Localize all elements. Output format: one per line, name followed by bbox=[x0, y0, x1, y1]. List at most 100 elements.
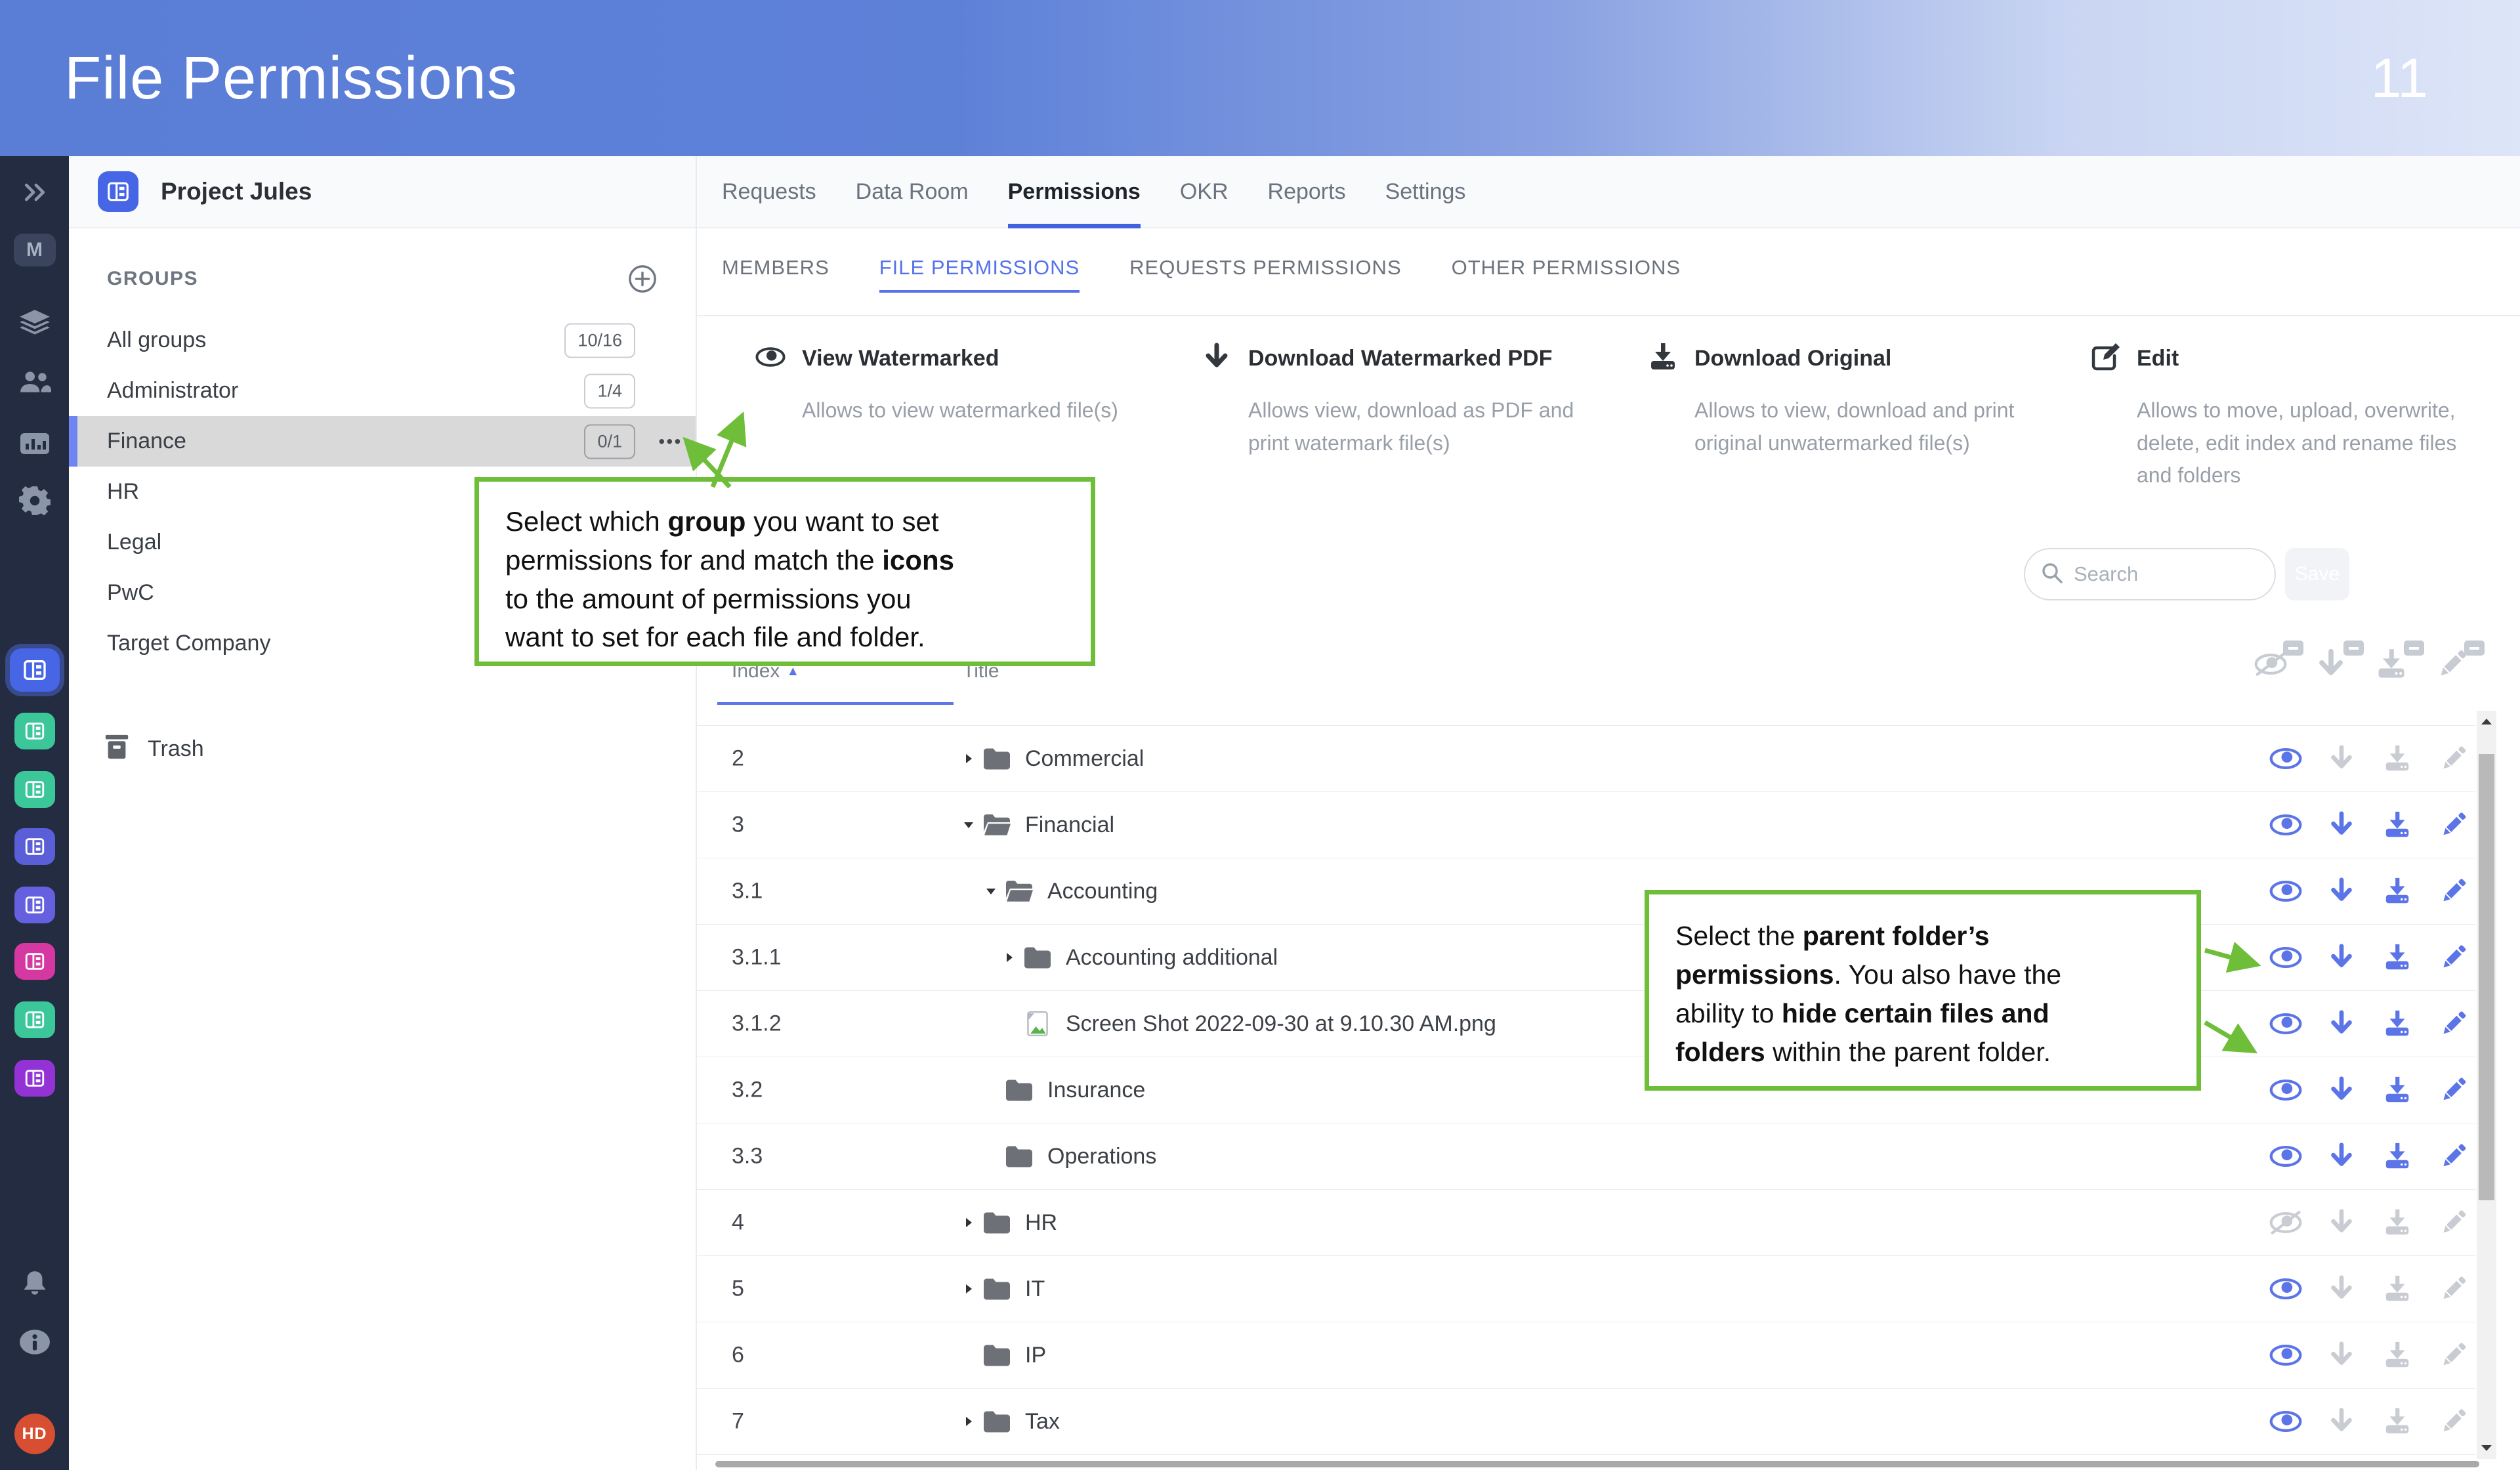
row-download-pdf-permission-icon[interactable] bbox=[2324, 1340, 2359, 1370]
row-edit-permission-icon[interactable] bbox=[2436, 1340, 2470, 1370]
row-edit-permission-icon[interactable] bbox=[2436, 810, 2470, 840]
chevron-right-icon[interactable] bbox=[962, 1415, 975, 1428]
table-row[interactable]: 3.1Accounting bbox=[697, 858, 2475, 925]
row-download-original-permission-icon[interactable] bbox=[2380, 876, 2414, 906]
tab-permissions[interactable]: Permissions bbox=[1008, 156, 1141, 227]
user-avatar[interactable]: HD bbox=[0, 1414, 69, 1454]
row-view-permission-icon[interactable] bbox=[2269, 1009, 2303, 1039]
members-icon[interactable] bbox=[0, 370, 69, 395]
bulk-edit-icon[interactable] bbox=[2435, 647, 2471, 681]
row-download-original-permission-icon[interactable] bbox=[2380, 1141, 2414, 1171]
row-download-pdf-permission-icon[interactable] bbox=[2324, 876, 2359, 906]
group-more-icon[interactable]: ••• bbox=[659, 431, 682, 452]
row-view-permission-icon[interactable] bbox=[2269, 1141, 2303, 1171]
table-row[interactable]: 3.3Operations bbox=[697, 1124, 2475, 1190]
notifications-bell-icon[interactable] bbox=[0, 1269, 69, 1299]
project-tile-6[interactable] bbox=[0, 943, 69, 980]
group-item-all-groups[interactable]: All groups10/16 bbox=[69, 315, 696, 366]
row-view-permission-icon[interactable] bbox=[2269, 744, 2303, 774]
chevron-right-icon[interactable] bbox=[962, 1282, 975, 1295]
chevron-down-icon[interactable] bbox=[984, 885, 998, 898]
project-tile-5[interactable] bbox=[0, 887, 69, 923]
sub-tab-requests-permissions[interactable]: REQUESTS PERMISSIONS bbox=[1129, 256, 1401, 293]
add-group-button[interactable] bbox=[627, 264, 658, 294]
dashboard-icon[interactable] bbox=[0, 429, 69, 458]
row-edit-permission-icon[interactable] bbox=[2436, 942, 2470, 973]
row-download-pdf-permission-icon[interactable] bbox=[2324, 1274, 2359, 1304]
row-edit-permission-icon[interactable] bbox=[2436, 1274, 2470, 1304]
row-download-pdf-permission-icon[interactable] bbox=[2324, 942, 2359, 973]
save-button[interactable]: Save bbox=[2285, 548, 2349, 600]
project-logo-icon[interactable] bbox=[98, 171, 138, 212]
search-input[interactable] bbox=[2074, 562, 2261, 586]
row-edit-permission-icon[interactable] bbox=[2436, 876, 2470, 906]
row-download-pdf-permission-icon[interactable] bbox=[2324, 1141, 2359, 1171]
project-tile-1[interactable] bbox=[0, 648, 69, 692]
workspace-m-tile[interactable]: M bbox=[0, 234, 69, 266]
row-download-original-permission-icon[interactable] bbox=[2380, 1075, 2414, 1105]
project-tile-7[interactable] bbox=[0, 1001, 69, 1038]
row-edit-permission-icon[interactable] bbox=[2436, 1141, 2470, 1171]
table-row[interactable]: 3.1.1Accounting additional bbox=[697, 925, 2475, 991]
project-tile-3[interactable] bbox=[0, 771, 69, 808]
table-row[interactable]: 5IT bbox=[697, 1256, 2475, 1322]
sub-tab-other-permissions[interactable]: OTHER PERMISSIONS bbox=[1452, 256, 1681, 293]
scroll-down-icon[interactable] bbox=[2479, 1440, 2494, 1455]
row-view-permission-icon[interactable] bbox=[2269, 1075, 2303, 1105]
group-item-finance[interactable]: Finance0/1••• bbox=[69, 416, 696, 467]
row-download-original-permission-icon[interactable] bbox=[2380, 1009, 2414, 1039]
tab-data-room[interactable]: Data Room bbox=[856, 156, 969, 227]
table-row[interactable]: 6IP bbox=[697, 1322, 2475, 1389]
project-tile-2[interactable] bbox=[0, 713, 69, 749]
scroll-up-icon[interactable] bbox=[2479, 715, 2494, 729]
info-icon[interactable] bbox=[0, 1328, 69, 1356]
row-download-pdf-permission-icon[interactable] bbox=[2324, 1406, 2359, 1437]
trash-item[interactable]: Trash bbox=[69, 732, 696, 766]
sub-tab-file-permissions[interactable]: FILE PERMISSIONS bbox=[879, 256, 1080, 293]
bulk-download-original-icon[interactable] bbox=[2374, 647, 2411, 681]
row-edit-permission-icon[interactable] bbox=[2436, 1009, 2470, 1039]
row-view-permission-icon[interactable] bbox=[2269, 810, 2303, 840]
scrollbar-thumb[interactable] bbox=[2479, 754, 2494, 1200]
table-row[interactable]: 3.2Insurance bbox=[697, 1057, 2475, 1124]
row-download-original-permission-icon[interactable] bbox=[2380, 1406, 2414, 1437]
row-download-original-permission-icon[interactable] bbox=[2380, 942, 2414, 973]
row-edit-permission-icon[interactable] bbox=[2436, 1075, 2470, 1105]
sub-tab-members[interactable]: MEMBERS bbox=[722, 256, 830, 293]
row-download-original-permission-icon[interactable] bbox=[2380, 1340, 2414, 1370]
row-view-permission-icon[interactable] bbox=[2269, 876, 2303, 906]
row-view-permission-icon[interactable] bbox=[2269, 1274, 2303, 1304]
row-download-pdf-permission-icon[interactable] bbox=[2324, 1009, 2359, 1039]
settings-gear-icon[interactable] bbox=[0, 484, 69, 517]
table-row[interactable]: 2Commercial bbox=[697, 726, 2475, 792]
chevron-right-icon[interactable] bbox=[962, 1216, 975, 1229]
row-download-pdf-permission-icon[interactable] bbox=[2324, 1208, 2359, 1238]
row-download-original-permission-icon[interactable] bbox=[2380, 1208, 2414, 1238]
row-download-original-permission-icon[interactable] bbox=[2380, 810, 2414, 840]
chevron-right-icon[interactable] bbox=[962, 752, 975, 765]
table-row[interactable]: 7Tax bbox=[697, 1389, 2475, 1455]
tab-requests[interactable]: Requests bbox=[722, 156, 816, 227]
table-row[interactable]: 3Financial bbox=[697, 792, 2475, 858]
row-download-pdf-permission-icon[interactable] bbox=[2324, 810, 2359, 840]
vertical-scrollbar[interactable] bbox=[2477, 711, 2496, 1459]
project-tile-4[interactable] bbox=[0, 828, 69, 865]
search-box[interactable] bbox=[2024, 548, 2276, 600]
table-row[interactable]: 3.1.2Screen Shot 2022-09-30 at 9.10.30 A… bbox=[697, 991, 2475, 1057]
project-tile-8[interactable] bbox=[0, 1060, 69, 1097]
table-row[interactable]: 4HR bbox=[697, 1190, 2475, 1256]
horizontal-scrollbar[interactable] bbox=[715, 1461, 2479, 1467]
chevron-right-icon[interactable] bbox=[1003, 951, 1016, 964]
layers-icon[interactable] bbox=[0, 308, 69, 339]
row-view-permission-icon[interactable] bbox=[2269, 942, 2303, 973]
tab-reports[interactable]: Reports bbox=[1268, 156, 1346, 227]
tab-settings[interactable]: Settings bbox=[1385, 156, 1466, 227]
collapse-sidebar-icon[interactable] bbox=[0, 181, 69, 203]
row-view-permission-icon[interactable] bbox=[2269, 1208, 2303, 1238]
row-view-permission-icon[interactable] bbox=[2269, 1406, 2303, 1437]
row-download-pdf-permission-icon[interactable] bbox=[2324, 1075, 2359, 1105]
row-download-pdf-permission-icon[interactable] bbox=[2324, 744, 2359, 774]
row-view-permission-icon[interactable] bbox=[2269, 1340, 2303, 1370]
row-edit-permission-icon[interactable] bbox=[2436, 1406, 2470, 1437]
row-download-original-permission-icon[interactable] bbox=[2380, 1274, 2414, 1304]
